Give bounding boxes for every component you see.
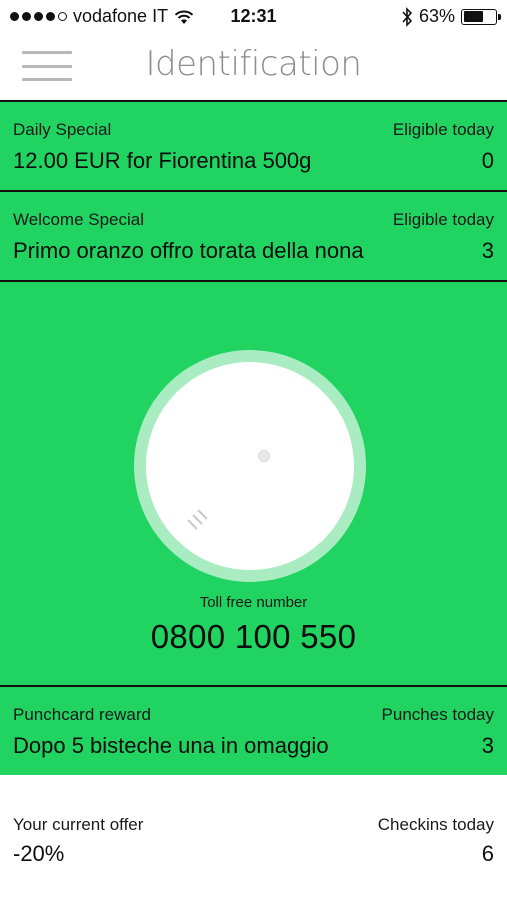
punchcard-row[interactable]: Punchcard reward Punches today Dopo 5 bi… xyxy=(0,685,507,775)
bluetooth-icon xyxy=(402,6,413,27)
welcome-special-value: Primo oranzo offro torata della nona xyxy=(13,238,364,263)
battery-level xyxy=(463,11,484,22)
daily-special-row[interactable]: Daily Special Eligible today 12.00 EUR f… xyxy=(0,100,507,190)
identification-panel: Toll free number 0800 100 550 xyxy=(0,280,507,685)
daily-special-eligible-label: Eligible today xyxy=(392,120,494,139)
checkins-today-count: 6 xyxy=(481,841,494,866)
dial-face[interactable] xyxy=(146,362,354,570)
status-right: 63% xyxy=(401,6,501,27)
battery-icon xyxy=(461,8,501,25)
current-offer-row[interactable]: Your current offer Checkins today -20% 6 xyxy=(0,775,507,900)
identification-dial[interactable] xyxy=(134,350,366,582)
welcome-special-row[interactable]: Welcome Special Eligible today Primo ora… xyxy=(0,190,507,280)
current-offer-label: Your current offer xyxy=(13,815,144,834)
battery-percent: 63% xyxy=(418,6,455,26)
daily-special-label: Daily Special xyxy=(13,120,112,139)
dial-center-dot xyxy=(258,450,270,462)
app-header: Identification xyxy=(0,34,507,100)
welcome-special-eligible-label: Eligible today xyxy=(392,210,494,229)
grip-lines-icon xyxy=(187,509,208,530)
punchcard-label: Punchcard reward xyxy=(13,705,151,724)
toll-free-label: Toll free number xyxy=(199,594,308,611)
welcome-special-eligible-count: 3 xyxy=(481,238,494,263)
welcome-special-label: Welcome Special xyxy=(13,210,145,229)
page-title: Identification xyxy=(145,44,362,84)
checkins-today-label: Checkins today xyxy=(377,815,494,834)
punchcard-value: Dopo 5 bisteche una in omaggio xyxy=(13,733,329,758)
daily-special-eligible-count: 0 xyxy=(481,148,494,173)
toll-free-number[interactable]: 0800 100 550 xyxy=(0,618,507,656)
status-bar: vodafone IT 12:31 63% xyxy=(0,0,507,34)
punches-today-label: Punches today xyxy=(381,705,494,724)
punches-today-count: 3 xyxy=(481,733,494,758)
daily-special-value: 12.00 EUR for Fiorentina 500g xyxy=(13,148,312,173)
current-offer-value: -20% xyxy=(13,841,65,866)
